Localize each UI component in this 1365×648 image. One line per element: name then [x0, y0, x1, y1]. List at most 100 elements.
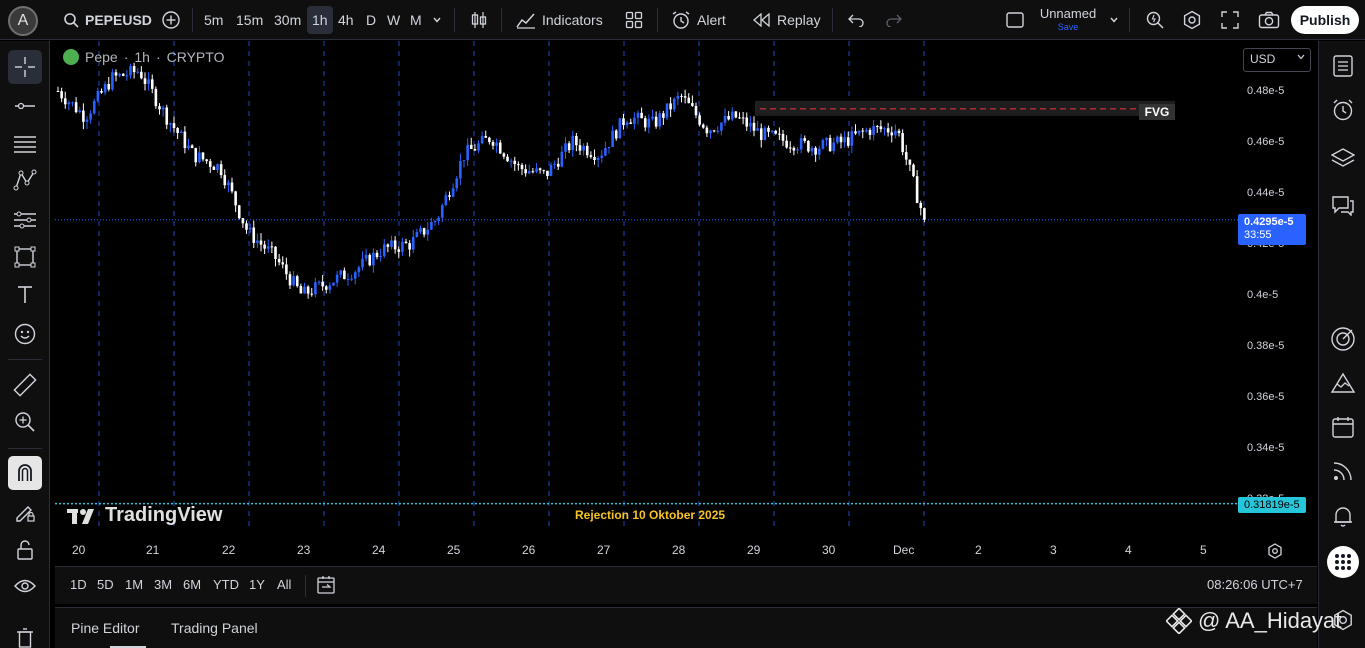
candle-body [509, 160, 513, 162]
hide-drawings-button[interactable] [8, 569, 42, 603]
ideas-button[interactable] [1329, 325, 1357, 353]
lock-drawings-button[interactable] [8, 533, 42, 567]
timeframe-1h[interactable]: 1h [307, 6, 333, 34]
crosshair-tool[interactable] [8, 50, 42, 84]
timeframe-30m[interactable]: 30m [269, 6, 306, 34]
text-tool[interactable] [8, 278, 42, 312]
alert-button[interactable]: Alert [666, 6, 731, 34]
rejection-label[interactable]: Rejection 10 Oktober 2025 [575, 508, 725, 522]
axis-settings-button[interactable] [1267, 543, 1283, 559]
range-3m[interactable]: 3M [154, 577, 172, 592]
chart-area[interactable]: Pepe · 1h · CRYPTO USD FVG 0.48e-5 0.46e… [55, 41, 1317, 566]
snapshot-button[interactable] [1253, 6, 1285, 34]
templates-button[interactable] [620, 6, 648, 34]
candle-body [303, 286, 306, 294]
magnet-mode-button[interactable] [8, 456, 42, 490]
candle-body [473, 148, 477, 151]
range-1y[interactable]: 1Y [249, 577, 265, 592]
range-1d[interactable]: 1D [70, 577, 87, 592]
symbol-search-button[interactable]: PEPEUSD [58, 6, 157, 34]
candle-body [796, 149, 799, 151]
notifications-button[interactable] [1329, 502, 1357, 530]
apps-button[interactable] [1327, 546, 1359, 578]
timeframe-4h[interactable]: 4h [333, 6, 359, 34]
candle-body [701, 124, 705, 128]
candle-body [502, 153, 506, 157]
candle-body [651, 116, 654, 119]
candle-body [408, 243, 411, 250]
candle-body [542, 170, 546, 172]
watchlist-button[interactable] [1329, 52, 1357, 80]
timeframe-d[interactable]: D [361, 6, 381, 34]
candle-body [263, 244, 266, 249]
replay-button[interactable]: Replay [748, 6, 826, 34]
quick-search-icon [1145, 10, 1165, 30]
sliders-icon [13, 210, 37, 230]
pattern-tool[interactable] [8, 163, 42, 197]
layout-toggle-button[interactable] [1000, 6, 1030, 34]
publish-button[interactable]: Publish [1291, 6, 1359, 34]
settings-button[interactable] [1177, 6, 1207, 34]
calendar-button[interactable] [1329, 413, 1357, 441]
compare-symbol-button[interactable] [156, 6, 186, 34]
quick-search-button[interactable] [1140, 6, 1170, 34]
tab-trading-panel[interactable]: Trading Panel [171, 620, 258, 636]
alerts-button[interactable] [1329, 96, 1357, 124]
crosshair-icon [14, 56, 36, 78]
forecast-tool[interactable] [8, 203, 42, 237]
range-1m[interactable]: 1M [125, 577, 143, 592]
fib-tool[interactable] [8, 127, 42, 161]
user-avatar[interactable]: A [8, 6, 38, 36]
measure-tool[interactable] [8, 368, 42, 402]
zoom-tool[interactable] [8, 405, 42, 439]
candle-body [60, 91, 63, 99]
chats-button[interactable] [1329, 191, 1357, 219]
range-ytd[interactable]: YTD [213, 577, 239, 592]
fullscreen-button[interactable] [1216, 6, 1244, 34]
indicators-button[interactable]: Indicators [511, 6, 608, 34]
candle-body [270, 246, 274, 248]
gear-icon [1182, 10, 1202, 30]
symbol-legend[interactable]: Pepe · 1h · CRYPTO [63, 49, 224, 65]
stay-in-drawing-mode-button[interactable] [8, 495, 42, 529]
layout-name-button[interactable]: Unnamed Save [1037, 6, 1099, 33]
currency-select[interactable]: USD [1243, 48, 1311, 72]
object-tree-button[interactable] [1329, 144, 1357, 172]
redo-button[interactable] [880, 6, 908, 34]
candle-body [672, 98, 676, 110]
fvg-label[interactable]: FVG [1139, 104, 1175, 120]
timeframe-15m[interactable]: 15m [231, 6, 268, 34]
timeframe-5m[interactable]: 5m [199, 6, 228, 34]
candle-body [241, 218, 245, 224]
timeframe-dropdown[interactable] [427, 6, 447, 34]
range-all[interactable]: All [277, 577, 291, 592]
shapes-tool[interactable] [8, 240, 42, 274]
trend-line-tool[interactable] [8, 89, 42, 123]
range-6m[interactable]: 6M [183, 577, 201, 592]
news-stream-button[interactable] [1329, 457, 1357, 485]
undo-button[interactable] [842, 6, 870, 34]
gear-icon [1267, 543, 1283, 559]
candle-body [810, 147, 814, 152]
timeframe-m[interactable]: M [405, 6, 427, 34]
go-to-date-button[interactable] [316, 575, 336, 595]
candle-body [480, 136, 484, 144]
range-5d[interactable]: 5D [97, 577, 114, 592]
layout-dropdown[interactable] [1104, 6, 1124, 34]
candle-body [190, 145, 194, 148]
candle-body [484, 136, 488, 138]
timeframe-w[interactable]: W [382, 6, 405, 34]
alarm-clock-icon [671, 10, 691, 30]
candle-body [633, 117, 636, 124]
candle-body [730, 111, 734, 120]
remove-drawings-button[interactable] [8, 621, 42, 648]
creator-credit: @ AA_Hidayat [1166, 608, 1341, 634]
candle-body [556, 163, 560, 167]
legend-separator: · [155, 49, 161, 65]
candle-body [172, 123, 176, 129]
pine-scripts-button[interactable] [1329, 369, 1357, 397]
timezone-clock[interactable]: 08:26:06 UTC+7 [1207, 577, 1303, 592]
icons-tool[interactable] [8, 317, 42, 351]
tab-pine-editor[interactable]: Pine Editor [71, 620, 139, 636]
chart-type-button[interactable] [465, 6, 493, 34]
